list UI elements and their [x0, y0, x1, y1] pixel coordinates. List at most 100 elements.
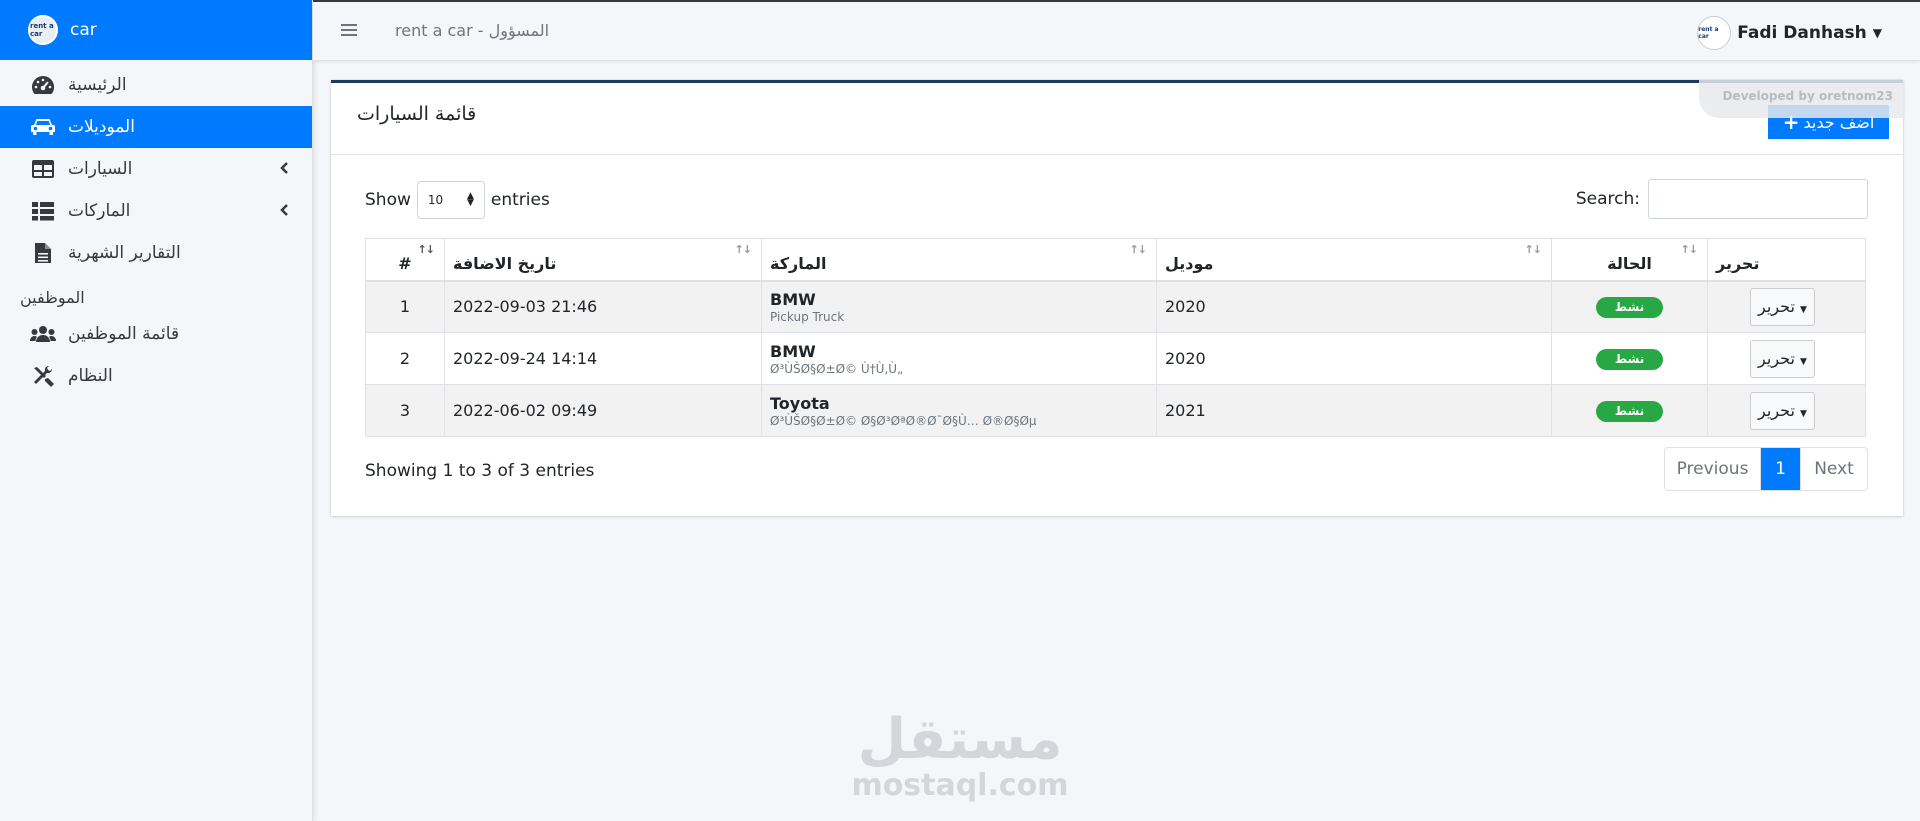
cell-model: 2021	[1156, 384, 1552, 437]
page-length: Show 10 ▲ ▼ entries	[365, 181, 550, 219]
caret-down-icon: ▼	[1872, 26, 1882, 40]
column-header-model[interactable]: موديل ↑↓	[1156, 238, 1552, 282]
column-header-action: تحرير	[1707, 238, 1866, 282]
entries-select[interactable]: 10 ▲ ▼	[416, 181, 485, 219]
edit-dropdown-button[interactable]: تحرير ▼	[1750, 391, 1815, 430]
edit-label: تحرير	[1758, 348, 1795, 368]
edit-dropdown-button[interactable]: تحرير ▼	[1750, 339, 1815, 378]
sort-icon: ↑↓	[1524, 243, 1542, 256]
watermark: مستقل mostaql.com	[850, 707, 1070, 804]
brand-subtitle: Pickup Truck	[770, 309, 845, 324]
chevron-left-icon	[280, 202, 290, 221]
user-name: Fadi Danhash	[1737, 23, 1867, 43]
select-arrows-icon: ▲ ▼	[466, 191, 474, 208]
status-badge: نشط	[1596, 296, 1663, 318]
caret-down-icon: ▼	[1800, 304, 1807, 315]
cell-date: 2022-06-02 09:49	[444, 384, 762, 437]
column-header-status[interactable]: الحالة ↑↓	[1551, 238, 1708, 282]
card-header: قائمة السيارات + اضف جديد Developed by o…	[331, 80, 1905, 155]
avatar: rent a car	[1697, 16, 1732, 50]
cell-action: تحرير ▼	[1707, 332, 1866, 385]
edit-label: تحرير	[1758, 400, 1795, 420]
search-label: Search:	[1575, 189, 1640, 209]
table-icon	[30, 158, 56, 180]
column-header-num[interactable]: # ↑↓	[365, 238, 445, 282]
table-info: Showing 1 to 3 of 3 entries	[365, 461, 595, 481]
cell-date: 2022-09-24 14:14	[444, 332, 762, 385]
cell-brand: BMW Ø³ÙŠØ§Ø±Ø© Ù†Ù‚Ù„	[761, 332, 1157, 385]
sidebar-item-reports[interactable]: التقارير الشهرية	[0, 232, 312, 274]
chevron-left-icon	[280, 160, 290, 179]
sidebar-item-label: الماركات	[68, 201, 131, 221]
table-row: 3 2022-06-02 09:49 Toyota Ø³ÙŠØ§Ø±Ø© Ø§Ø…	[365, 384, 1866, 437]
users-icon	[30, 323, 56, 345]
cell-model: 2020	[1156, 280, 1552, 333]
column-header-brand[interactable]: الماركة ↑↓	[761, 238, 1157, 282]
sidebar-item-models[interactable]: الموديلات	[0, 106, 312, 148]
brand-text: car	[70, 20, 97, 40]
page-title: rent a car - المسؤول	[395, 20, 550, 40]
cell-brand: Toyota Ø³ÙŠØ§Ø±Ø© Ø§Ø³ØªØ®Ø¯Ø§Ù… Ø®Ø§Øµ	[761, 384, 1157, 437]
user-menu[interactable]: rent a car Fadi Danhash ▼	[1697, 16, 1882, 50]
sidebar: rent a car car الرئيسية الموديلات السيار…	[0, 0, 313, 821]
column-header-label: تاريخ الاضافة	[453, 253, 557, 273]
brand-name: Toyota	[770, 393, 830, 413]
sidebar-item-label: الموديلات	[68, 117, 135, 137]
sidebar-item-system[interactable]: النظام	[0, 355, 312, 397]
sidebar-section-header: الموظفين	[20, 288, 85, 307]
sidebar-nav: الرئيسية الموديلات السيارات الماركات الت…	[0, 64, 312, 397]
pagination: Previous 1 Next	[1664, 447, 1868, 491]
caret-down-icon: ▼	[1800, 408, 1807, 419]
sidebar-item-label: النظام	[68, 366, 113, 386]
tools-icon	[30, 365, 56, 387]
page-1-button[interactable]: 1	[1761, 448, 1801, 490]
next-page-button[interactable]: Next	[1801, 448, 1867, 490]
sidebar-item-brands[interactable]: الماركات	[0, 190, 312, 232]
sort-icon: ↑↓	[1680, 243, 1698, 256]
sort-icon: ↑↓	[417, 243, 435, 256]
search-input[interactable]	[1648, 179, 1868, 219]
sidebar-item-label: قائمة الموظفين	[68, 324, 180, 344]
column-header-label: تحرير	[1716, 253, 1760, 273]
cell-model: 2020	[1156, 332, 1552, 385]
table-row: 1 2022-09-03 21:46 BMW Pickup Truck 2020…	[365, 280, 1866, 333]
status-badge: نشط	[1596, 400, 1663, 422]
brand-name: BMW	[770, 341, 816, 361]
brand-link[interactable]: rent a car car	[0, 0, 312, 60]
sidebar-item-label: التقارير الشهرية	[68, 243, 181, 263]
sidebar-item-cars[interactable]: السيارات	[0, 148, 312, 190]
cell-brand: BMW Pickup Truck	[761, 280, 1157, 333]
cell-num: 3	[365, 384, 445, 437]
brand-subtitle: Ø³ÙŠØ§Ø±Ø© Ø§Ø³ØªØ®Ø¯Ø§Ù… Ø®Ø§Øµ	[770, 413, 1037, 428]
watermark-latin: mostaql.com	[851, 768, 1069, 803]
file-icon	[30, 242, 56, 264]
previous-page-button[interactable]: Previous	[1665, 448, 1761, 490]
sidebar-item-employees[interactable]: قائمة الموظفين	[0, 313, 312, 355]
cars-list-card: قائمة السيارات + اضف جديد Developed by o…	[331, 80, 1905, 516]
list-icon	[30, 200, 56, 222]
sort-icon: ↑↓	[1129, 243, 1147, 256]
dashboard-icon	[30, 74, 56, 96]
watermark-arabic: مستقل	[857, 707, 1063, 772]
cell-action: تحرير ▼	[1707, 280, 1866, 333]
brand-logo: rent a car	[28, 15, 58, 45]
column-header-label: موديل	[1165, 253, 1214, 273]
top-navbar: rent a car - المسؤول rent a car Fadi Dan…	[313, 0, 1920, 61]
column-header-label: الماركة	[770, 253, 827, 273]
status-badge: نشط	[1596, 348, 1663, 370]
developer-badge: Developed by oretnom23	[1699, 80, 1905, 118]
brand-name: BMW	[770, 289, 816, 309]
cell-status: نشط	[1551, 332, 1708, 385]
sidebar-item-label: الرئيسية	[68, 75, 127, 95]
cell-num: 2	[365, 332, 445, 385]
card-title: قائمة السيارات	[357, 103, 477, 125]
brand-subtitle: Ø³ÙŠØ§Ø±Ø© Ù†Ù‚Ù„	[770, 361, 904, 376]
table-controls: Show 10 ▲ ▼ entries Search:	[331, 155, 1903, 233]
show-label: Show	[365, 190, 411, 210]
menu-toggle-icon[interactable]	[341, 18, 357, 42]
sidebar-item-home[interactable]: الرئيسية	[0, 64, 312, 106]
cars-table: # ↑↓ تاريخ الاضافة ↑↓ الماركة ↑↓ موديل ↑↓ ال…	[365, 238, 1866, 437]
column-header-date[interactable]: تاريخ الاضافة ↑↓	[444, 238, 762, 282]
entries-label: entries	[490, 190, 550, 210]
edit-dropdown-button[interactable]: تحرير ▼	[1750, 287, 1815, 326]
